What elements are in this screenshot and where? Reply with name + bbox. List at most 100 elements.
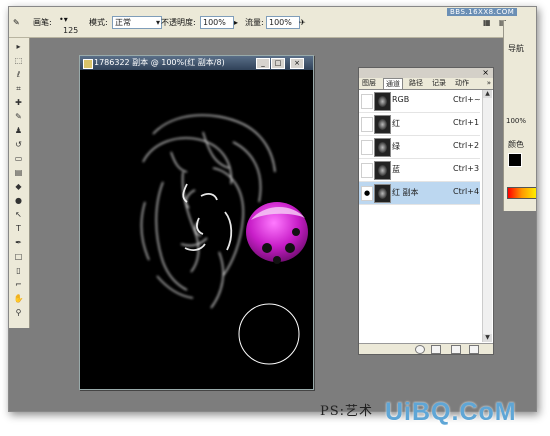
- options-bar: ✎ 画笔: •▾ 125 模式: 正常 ▾ 不透明度: 100% ▸ 流量: 1…: [9, 7, 536, 38]
- channel-row[interactable]: RGB Ctrl+~: [359, 90, 481, 113]
- canvas-artwork: [140, 114, 308, 365]
- channel-name: RGB: [392, 95, 410, 104]
- eraser-tool-icon[interactable]: ▭: [13, 154, 24, 163]
- visibility-eye-icon[interactable]: ●: [361, 186, 373, 201]
- dodge-tool-icon[interactable]: ●: [13, 196, 24, 205]
- channel-shortcut: Ctrl+~: [453, 95, 481, 104]
- marquee-tool-icon[interactable]: ⬚: [13, 56, 24, 65]
- color-panel: [503, 171, 536, 211]
- close-button[interactable]: ×: [290, 58, 304, 69]
- opacity-arrow-icon[interactable]: ▸: [234, 17, 238, 29]
- mode-label: 模式:: [89, 18, 108, 27]
- flow-input[interactable]: 100%: [266, 16, 300, 29]
- maximize-button[interactable]: □: [271, 58, 285, 69]
- tab-history[interactable]: 记录: [430, 78, 448, 88]
- channel-name: 红 副本: [392, 188, 419, 197]
- channel-thumbnail: [374, 161, 391, 180]
- opacity-label: 不透明度:: [161, 18, 196, 27]
- gradient-tool-icon[interactable]: ▤: [13, 168, 24, 177]
- blur-tool-icon[interactable]: ◆: [13, 182, 24, 191]
- channels-panel-header[interactable]: ×: [359, 68, 493, 78]
- scroll-down-icon[interactable]: ▼: [483, 334, 492, 342]
- channel-name: 绿: [392, 142, 400, 151]
- chevron-down-icon: ▾: [155, 18, 160, 27]
- healing-tool-icon[interactable]: ✚: [13, 98, 24, 107]
- tab-channels[interactable]: 通道: [383, 78, 403, 89]
- hand-tool-icon[interactable]: ✋: [13, 294, 24, 303]
- type-tool-icon[interactable]: T: [13, 224, 24, 233]
- scroll-up-icon[interactable]: ▲: [483, 90, 492, 98]
- stamp-tool-icon[interactable]: ♟: [13, 126, 24, 135]
- path-tool-icon[interactable]: ↖: [13, 210, 24, 219]
- foreground-color-swatch[interactable]: [508, 153, 522, 167]
- canvas[interactable]: [83, 72, 310, 386]
- tools-panel: ▸ ⬚ ℓ ⌗ ✚ ✎ ♟ ↺ ▭ ▤ ◆ ● ↖ T ✒ □ ▯ ⌐ ✋ ⚲: [9, 38, 30, 328]
- minimize-button[interactable]: _: [256, 58, 270, 69]
- visibility-eye-icon[interactable]: [361, 163, 373, 178]
- document-icon: [83, 59, 93, 69]
- channel-row[interactable]: 绿 Ctrl+2: [359, 136, 480, 159]
- brush-label: 画笔:: [33, 18, 52, 27]
- brush-tool-icon[interactable]: ✎: [13, 112, 24, 121]
- document-title: 1786322 副本 @ 100%(红 副本/8): [94, 58, 225, 67]
- channel-thumbnail: [374, 92, 391, 111]
- channel-shortcut: Ctrl+1: [453, 118, 480, 127]
- shape-tool-icon[interactable]: □: [13, 252, 24, 261]
- channel-thumbnail: [374, 138, 391, 157]
- channel-name: 红: [392, 119, 400, 128]
- pen-tool-icon[interactable]: ✒: [13, 238, 24, 247]
- channel-shortcut: Ctrl+3: [453, 164, 480, 173]
- color-ramp[interactable]: [507, 187, 536, 199]
- new-channel-icon[interactable]: [451, 345, 461, 354]
- channels-panel: × 图层 通道 路径 记录 动作 » RGB Ctrl+~ 红 Ctrl+1 绿 Ctrl…: [358, 67, 494, 355]
- panel-menu-icon[interactable]: »: [487, 78, 491, 88]
- navigator-tab[interactable]: 导航: [508, 43, 524, 54]
- site-logo: UiBQ.CoM: [385, 398, 517, 426]
- history-brush-icon[interactable]: ↺: [13, 140, 24, 149]
- panel-tabs: 图层 通道 路径 记录 动作 »: [359, 78, 493, 90]
- channel-row[interactable]: 红 Ctrl+1: [359, 113, 480, 136]
- zoom-tool-icon[interactable]: ⚲: [13, 308, 24, 317]
- crop-tool-icon[interactable]: ⌗: [13, 84, 24, 93]
- visibility-eye-icon[interactable]: [361, 117, 373, 132]
- photoshop-screenshot-frame: ✎ 画笔: •▾ 125 模式: 正常 ▾ 不透明度: 100% ▸ 流量: 1…: [8, 6, 537, 412]
- tab-actions[interactable]: 动作: [453, 78, 471, 88]
- trash-icon[interactable]: [469, 345, 479, 354]
- document-titlebar[interactable]: 1786322 副本 @ 100%(红 副本/8) _ □ ×: [80, 56, 313, 70]
- palette-well-icon[interactable]: ▦: [483, 17, 491, 29]
- visibility-eye-icon[interactable]: [361, 140, 373, 155]
- move-tool-icon[interactable]: ▸: [13, 42, 24, 51]
- tab-paths[interactable]: 路径: [407, 78, 425, 88]
- channel-thumbnail: [374, 115, 391, 134]
- mode-select[interactable]: 正常 ▾: [112, 16, 162, 29]
- channel-shortcut: Ctrl+2: [453, 141, 480, 150]
- channels-footer: [359, 343, 493, 354]
- lasso-tool-icon[interactable]: ℓ: [13, 70, 24, 79]
- mode-value: 正常: [115, 18, 131, 27]
- channel-row[interactable]: 蓝 Ctrl+3: [359, 159, 480, 182]
- load-selection-icon[interactable]: [415, 345, 425, 354]
- visibility-eye-icon[interactable]: [361, 94, 373, 109]
- notes-tool-icon[interactable]: ▯: [13, 266, 24, 275]
- eyedropper-tool-icon[interactable]: ⌐: [13, 280, 24, 289]
- close-icon[interactable]: ×: [482, 68, 489, 78]
- brush-preset-picker[interactable]: •▾: [59, 14, 68, 26]
- channel-row[interactable]: ● 红 副本 Ctrl+4: [359, 182, 480, 205]
- save-selection-icon[interactable]: [431, 345, 441, 354]
- opacity-input[interactable]: 100%: [200, 16, 234, 29]
- navigator-panel: 导航 100% 颜色: [503, 21, 536, 171]
- watermark-top: BBS.16XX8.COM: [447, 8, 518, 16]
- ladybug: [246, 202, 308, 264]
- zoom-level[interactable]: 100%: [506, 117, 526, 125]
- tab-layers[interactable]: 图层: [360, 78, 378, 88]
- airbrush-icon[interactable]: ✈: [299, 17, 306, 29]
- channel-thumbnail: [374, 184, 391, 203]
- channel-shortcut: Ctrl+4: [453, 187, 480, 196]
- brush-cursor: [238, 303, 300, 365]
- color-tab[interactable]: 颜色: [508, 139, 524, 150]
- brush-size-value: 125: [63, 26, 79, 35]
- scrollbar[interactable]: ▲ ▼: [482, 90, 492, 342]
- channel-name: 蓝: [392, 165, 400, 174]
- brush-tool-icon[interactable]: ✎: [13, 17, 20, 29]
- document-window: 1786322 副本 @ 100%(红 副本/8) _ □ ×: [79, 55, 314, 390]
